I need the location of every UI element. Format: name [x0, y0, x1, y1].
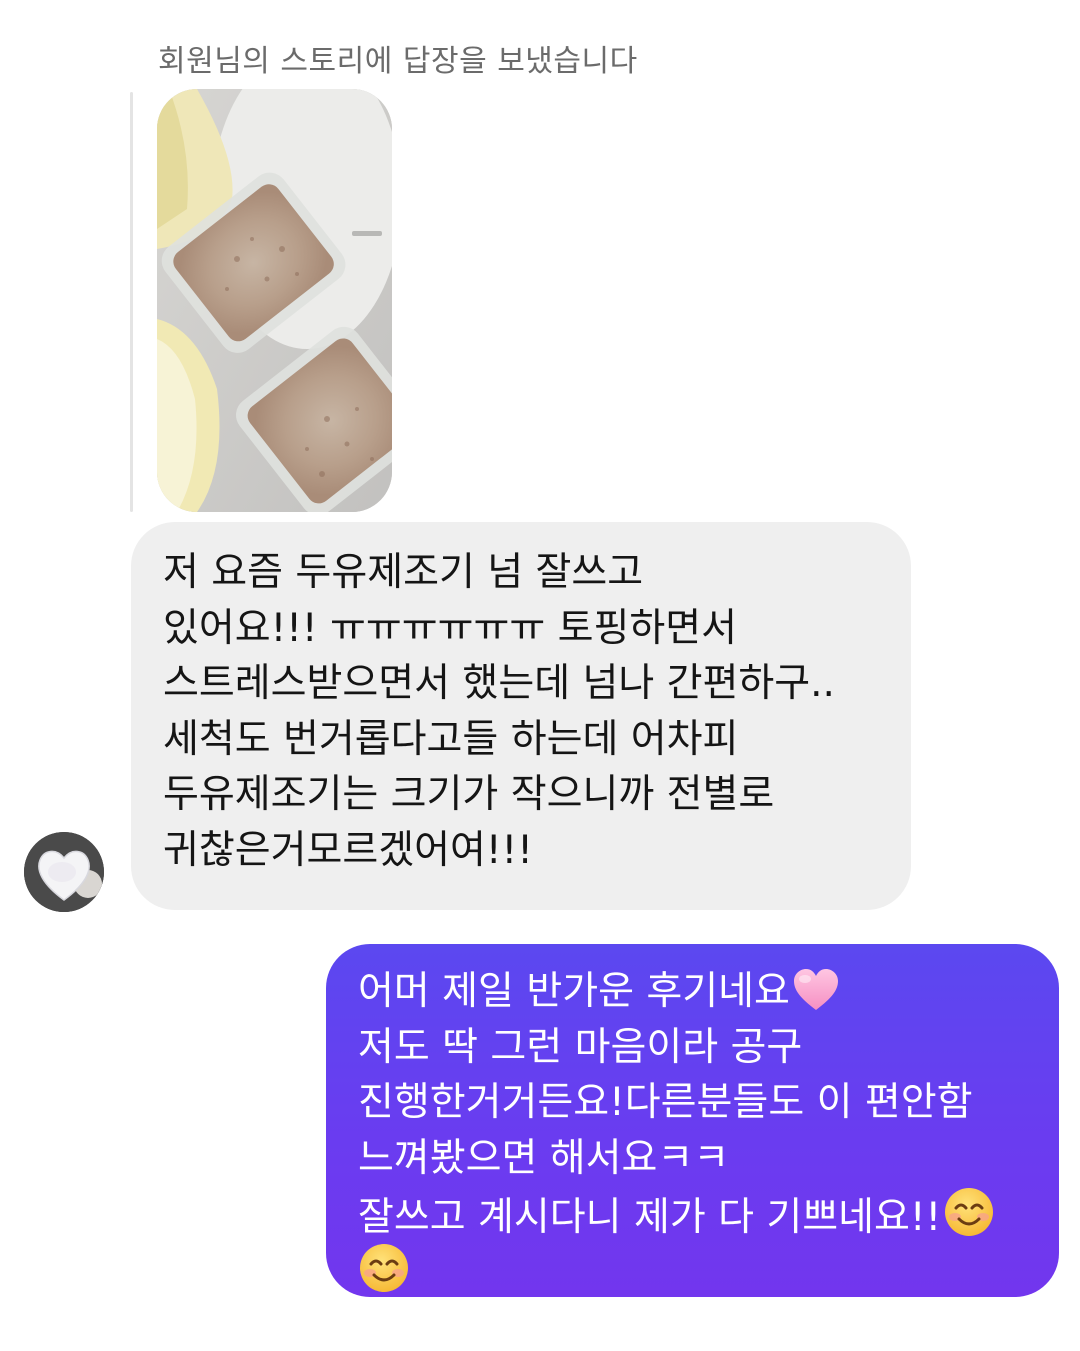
pink-heart-emoji-icon: [792, 968, 840, 1028]
message-line: 있어요!!! ㅠㅠㅠㅠㅠㅠ 토핑하면서: [163, 605, 738, 651]
story-photo-icon: [157, 89, 392, 512]
reply-note: 회원님의 스토리에 답장을 보냈습니다: [158, 44, 638, 79]
message-line: 두유제조기는 크기가 작으니까 전별로: [163, 772, 775, 817]
sender-avatar[interactable]: [24, 832, 104, 912]
incoming-message-bubble[interactable]: 저 요즘 두유제조기 넘 잘쓰고 있어요!!! ㅠㅠㅠㅠㅠㅠ 토핑하면서 스트레…: [131, 522, 911, 910]
story-thumbnail[interactable]: [157, 89, 392, 512]
reply-indicator-bar: [130, 92, 133, 512]
message-line: 세척도 번거롭다고들 하는데 어차피: [163, 716, 739, 762]
heart-sticker-icon: [24, 832, 104, 912]
message-line-text: 잘쓰고 계시다니 제가 다 기쁘네요!!: [358, 1195, 942, 1240]
message-line: 귀찮은거모르겠어여!!!: [163, 827, 533, 873]
message-line: 스트레스받으면서 했는데 넘나 간편하구..: [163, 661, 835, 706]
message-line: 저 요즘 두유제조기 넘 잘쓰고: [163, 550, 644, 595]
smiling-face-emoji-icon: [358, 1242, 410, 1310]
smiling-face-emoji-icon: [943, 1186, 995, 1254]
message-line-with-heart: 어머 제일 반가운 후기네요: [358, 964, 1059, 1020]
message-line: 저도 딱 그런 마음이라 공구: [358, 1024, 803, 1070]
outgoing-message-bubble[interactable]: 어머 제일 반가운 후기네요 저도 딱 그런 마음이라 공구 진행한거거든요!다…: [326, 944, 1059, 1297]
message-line: 느껴봤으면 해서요ㅋㅋ: [358, 1135, 730, 1181]
message-line: 진행한거거든요!다른분들도 이 편안함: [358, 1080, 973, 1125]
message-line-with-smile: 잘쓰고 계시다니 제가 다 기쁘네요!!: [358, 1186, 1059, 1242]
message-line-text: 어머 제일 반가운 후기네요: [358, 969, 790, 1014]
